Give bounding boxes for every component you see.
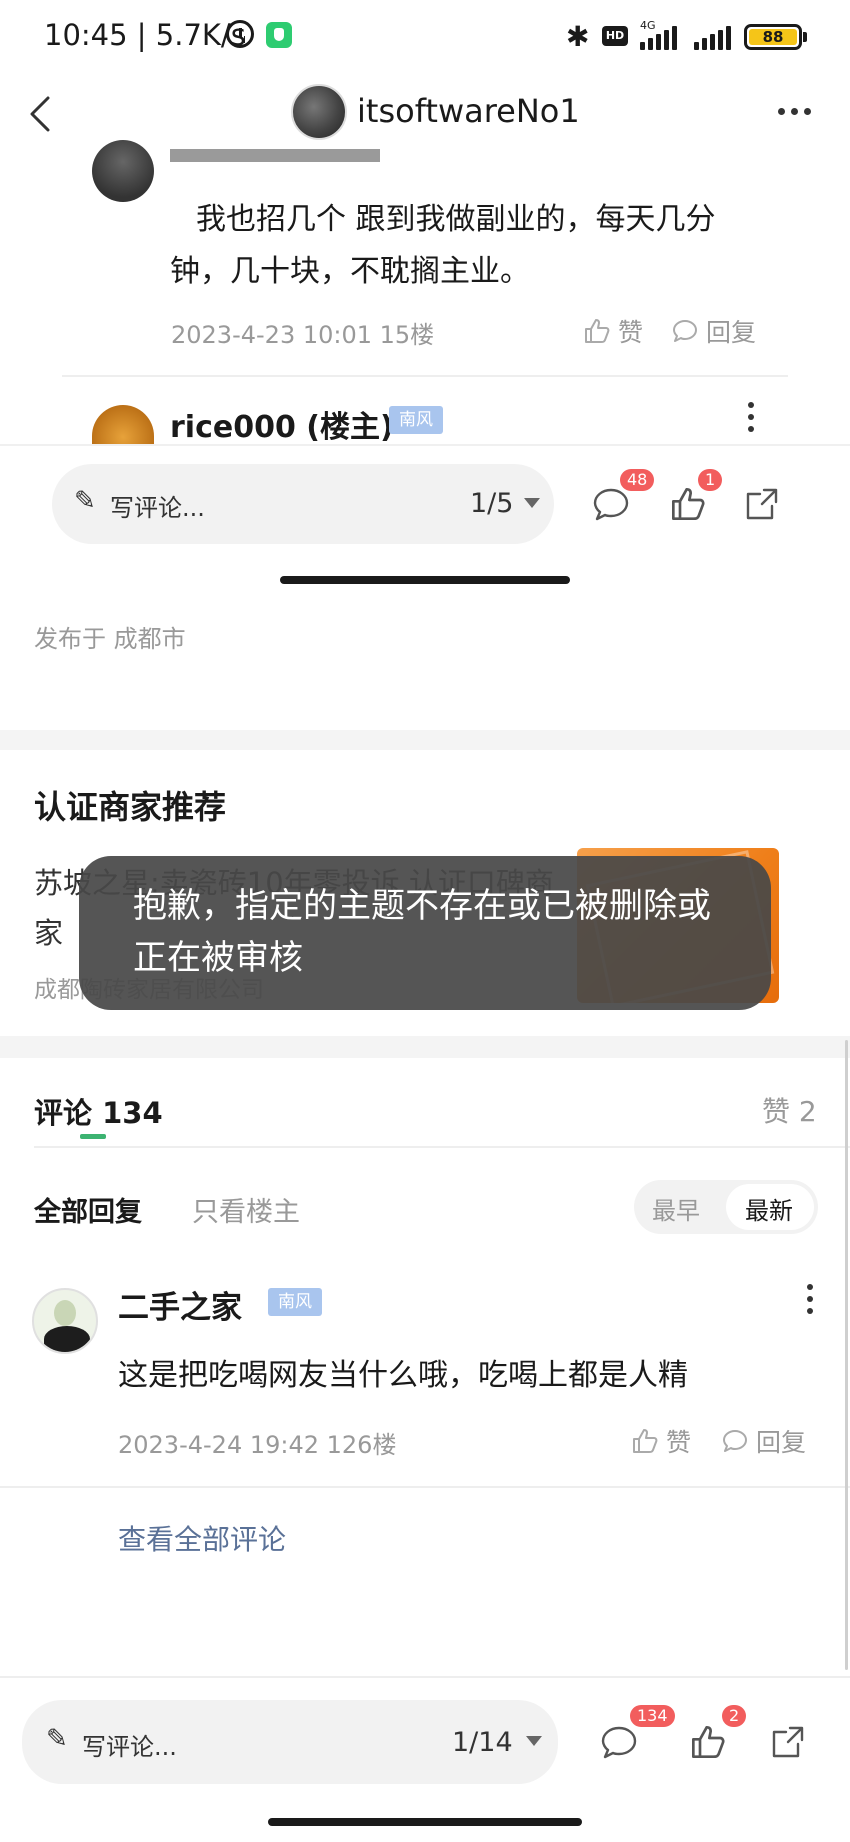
comment-body: 这是把吃喝网友当什么哦，吃喝上都是人精: [118, 1358, 688, 1393]
reply-bubble-icon: [723, 1430, 747, 1452]
likes-total[interactable]: 赞 2: [762, 1090, 817, 1130]
signal-strength-icon-2: [694, 26, 731, 50]
sort-latest[interactable]: 最新: [745, 1191, 793, 1226]
comment-count-badge-bottom: 134: [630, 1705, 675, 1727]
published-location: 发布于 成都市: [34, 625, 186, 653]
like-icon-top[interactable]: [668, 484, 708, 524]
like-icon-bottom[interactable]: [688, 1722, 728, 1762]
thumbs-up-icon: [585, 319, 610, 343]
alarm-icon: [226, 20, 254, 48]
comment-avatar[interactable]: [32, 1288, 98, 1354]
status-time-speed: 10:45 | 5.7K/s: [44, 18, 246, 52]
filter-op-only[interactable]: 只看楼主: [192, 1190, 300, 1229]
page-title[interactable]: itsoftwareNo1: [357, 92, 580, 130]
op-region-badge: 南风: [389, 406, 443, 434]
comment-placeholder-top[interactable]: 写评论...: [110, 488, 205, 523]
share-icon-bottom[interactable]: [768, 1722, 808, 1762]
preview-reply-button[interactable]: 回复: [670, 313, 756, 349]
more-dots-icon[interactable]: [778, 108, 811, 115]
merchant-heading: 认证商家推荐: [34, 788, 227, 826]
page-dropdown-caret-icon[interactable]: [524, 498, 540, 508]
header-avatar[interactable]: [291, 84, 347, 140]
security-app-icon: [266, 22, 292, 48]
comments-icon-top[interactable]: [590, 484, 632, 526]
op-author-name[interactable]: rice000 (楼主): [170, 402, 394, 446]
comment-reply-label: 回复: [756, 1428, 807, 1457]
home-indicator-top: [280, 576, 570, 584]
page-dropdown-caret-icon[interactable]: [526, 1736, 542, 1746]
comment-reply-button[interactable]: 回复: [720, 1423, 806, 1459]
pencil-icon: ✎: [46, 1724, 68, 1754]
section-gap: [0, 730, 850, 750]
page-indicator-top[interactable]: 1/5: [470, 488, 513, 519]
sort-earliest[interactable]: 最早: [652, 1191, 700, 1226]
comment-author[interactable]: 二手之家: [118, 1282, 242, 1327]
comments-icon-bottom[interactable]: [598, 1722, 640, 1764]
preview-like-label: 赞: [618, 318, 644, 347]
page-indicator-bottom[interactable]: 1/14: [452, 1727, 513, 1758]
bottom-bar-divider: [0, 1676, 850, 1678]
signal-strength-icon: [640, 26, 677, 50]
battery-level: 88: [749, 29, 797, 45]
preview-comment-meta: 2023-4-23 10:01 15楼: [171, 321, 435, 349]
preview-comment-body: 我也招几个 跟到我做副业的，每天几分钟，几十块，不耽搁主业。: [170, 202, 716, 289]
preview-author-name-clipped: [170, 140, 380, 162]
comment-like-button[interactable]: 赞: [630, 1423, 691, 1459]
preview-reply-label: 回复: [706, 318, 757, 347]
comment-meta: 2023-4-24 19:42 126楼: [118, 1431, 397, 1459]
comment-divider: [0, 1486, 850, 1488]
preview-bottom-border: [0, 444, 850, 446]
like-count-badge-bottom: 2: [722, 1705, 747, 1727]
preview-divider: [62, 375, 788, 377]
scrollbar[interactable]: [845, 1040, 848, 1670]
back-arrow-icon[interactable]: [24, 94, 64, 134]
comment-like-label: 赞: [666, 1428, 692, 1457]
comments-header-divider: [34, 1146, 850, 1148]
battery-cap: [803, 32, 807, 42]
filter-all-replies[interactable]: 全部回复: [34, 1190, 142, 1229]
pencil-icon: ✎: [74, 486, 96, 516]
like-count-badge-top: 1: [698, 469, 723, 491]
comments-tab-indicator: [80, 1134, 106, 1139]
comment-placeholder-bottom[interactable]: 写评论...: [82, 1727, 177, 1762]
section-gap-2: [0, 1036, 850, 1058]
comment-region-badge: 南风: [268, 1288, 322, 1316]
comment-more-icon[interactable]: [807, 1284, 813, 1314]
comment-count-badge-top: 48: [620, 469, 655, 491]
view-all-comments-link[interactable]: 查看全部评论: [118, 1518, 286, 1558]
thumbs-up-icon: [633, 1429, 658, 1453]
battery-icon: 88: [744, 24, 802, 50]
comments-title[interactable]: 评论 134: [34, 1090, 163, 1132]
share-icon-top[interactable]: [742, 484, 782, 524]
preview-like-button[interactable]: 赞: [582, 313, 643, 349]
toast-message: 抱歉，指定的主题不存在或已被删除或正在被审核: [133, 886, 711, 978]
preview-user-avatar[interactable]: [92, 140, 154, 202]
home-indicator-bottom: [268, 1818, 582, 1826]
bluetooth-icon: ✱: [566, 20, 590, 53]
op-more-icon[interactable]: [748, 402, 754, 432]
reply-bubble-icon: [673, 320, 697, 342]
hd-badge: HD: [602, 26, 628, 46]
